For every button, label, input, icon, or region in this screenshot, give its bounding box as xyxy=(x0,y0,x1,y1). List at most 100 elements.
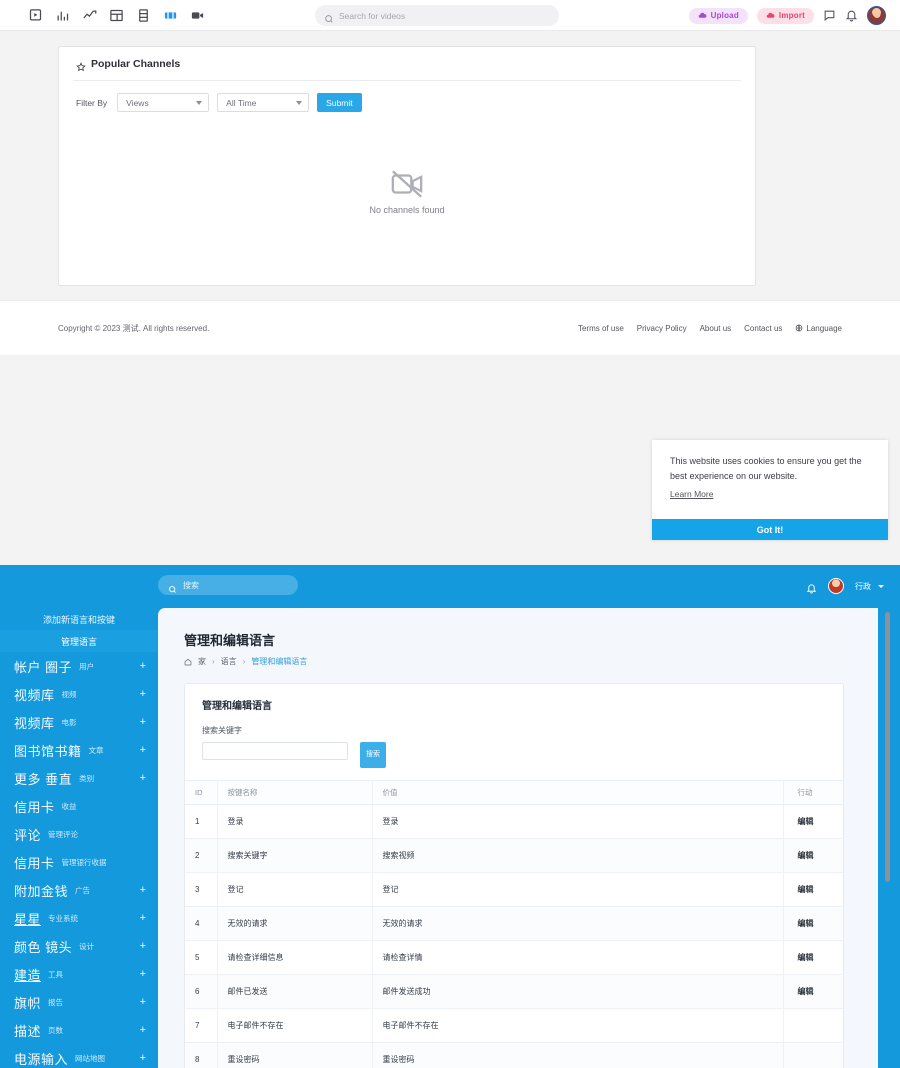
layout-grid-icon[interactable] xyxy=(109,8,124,23)
sidebar-item-3[interactable]: 图书馆书籍文章+ xyxy=(0,736,158,764)
home-icon xyxy=(184,658,192,666)
cloud-upload-icon xyxy=(698,11,707,20)
cell-action[interactable]: 编辑 xyxy=(783,873,843,907)
table-row: 6邮件已发送邮件发送成功编辑 xyxy=(185,975,843,1009)
sidebar-item-9[interactable]: 星星专业系统+ xyxy=(0,904,158,932)
admin-search-input[interactable] xyxy=(183,581,288,590)
cell-action[interactable] xyxy=(783,1043,843,1068)
plus-icon[interactable]: + xyxy=(140,885,146,896)
sidebar-item-label: 附加金钱 xyxy=(14,881,68,900)
cell-id: 1 xyxy=(185,805,217,839)
sidebar-item-4[interactable]: 更多 垂直类别+ xyxy=(0,764,158,792)
sidebar-menu: 帐户 圈子用户+视频库视频+视频库电影+图书馆书籍文章+更多 垂直类别+信用卡收… xyxy=(0,652,158,1068)
sidebar-item-manage-language[interactable]: 管理语言 xyxy=(0,630,158,652)
cookie-text: This website uses cookies to ensure you … xyxy=(652,440,888,484)
cell-value: 请检查详情 xyxy=(372,941,783,975)
sidebar-item-14[interactable]: 电源输入网站地图+ xyxy=(0,1044,158,1068)
filter-time-select[interactable]: All Time xyxy=(217,93,309,112)
plus-icon[interactable]: + xyxy=(140,773,146,784)
sidebar-item-5[interactable]: 信用卡收益 xyxy=(0,792,158,820)
vertical-scrollbar[interactable] xyxy=(885,612,890,882)
admin-avatar[interactable] xyxy=(828,578,844,594)
video-library-icon[interactable] xyxy=(28,8,43,23)
sidebar-item-sublabel: 报告 xyxy=(48,997,63,1008)
plus-icon[interactable]: + xyxy=(140,997,146,1008)
cell-value: 搜索视频 xyxy=(372,839,783,873)
sidebar-item-label: 帐户 圈子 xyxy=(14,657,72,676)
plus-icon[interactable]: + xyxy=(140,689,146,700)
cell-action[interactable]: 编辑 xyxy=(783,839,843,873)
sidebar-item-1[interactable]: 视频库视频+ xyxy=(0,680,158,708)
plus-icon[interactable]: + xyxy=(140,1053,146,1064)
site-footer: Copyright © 2023 测试. All rights reserved… xyxy=(0,300,900,355)
cell-value: 重设密码 xyxy=(372,1043,783,1068)
sidebar-item-0[interactable]: 帐户 圈子用户+ xyxy=(0,652,158,680)
cell-action[interactable]: 编辑 xyxy=(783,805,843,839)
sidebar-item-sublabel: 工具 xyxy=(48,969,63,980)
video-camera-icon[interactable] xyxy=(190,8,205,23)
cell-action[interactable]: 编辑 xyxy=(783,907,843,941)
avatar[interactable] xyxy=(867,6,886,25)
sidebar-item-sublabel: 类别 xyxy=(79,773,94,784)
cell-action[interactable]: 编辑 xyxy=(783,975,843,1009)
plus-icon[interactable]: + xyxy=(140,941,146,952)
channels-icon[interactable] xyxy=(163,8,178,23)
cell-action[interactable] xyxy=(783,1009,843,1043)
sidebar-item-add-language[interactable]: 添加新语言和按键 xyxy=(0,608,158,630)
cell-id: 2 xyxy=(185,839,217,873)
search-icon xyxy=(168,581,177,590)
filter-metric-select[interactable]: Views xyxy=(117,93,209,112)
video-search-box[interactable] xyxy=(315,5,559,26)
cell-action[interactable]: 编辑 xyxy=(783,941,843,975)
upload-label: Upload xyxy=(711,11,739,20)
filter-bar: Filter By Views All Time Submit xyxy=(59,81,755,112)
cell-id: 8 xyxy=(185,1043,217,1068)
search-input[interactable] xyxy=(339,11,550,21)
cookie-accept-button[interactable]: Got It! xyxy=(652,519,888,540)
keyword-search-input[interactable] xyxy=(202,742,348,760)
sidebar-item-sublabel: 页数 xyxy=(48,1025,63,1036)
bell-icon[interactable] xyxy=(845,9,858,22)
footer-link-about[interactable]: About us xyxy=(700,324,732,333)
submit-button[interactable]: Submit xyxy=(317,93,361,112)
plus-icon[interactable]: + xyxy=(140,745,146,756)
plus-icon[interactable]: + xyxy=(140,1025,146,1036)
bell-icon[interactable] xyxy=(806,581,817,592)
globe-icon xyxy=(795,324,803,332)
sidebar-item-13[interactable]: 描述页数+ xyxy=(0,1016,158,1044)
plus-icon[interactable]: + xyxy=(140,717,146,728)
copyright-text: Copyright © 2023 测试. All rights reserved… xyxy=(58,323,209,334)
sidebar-item-10[interactable]: 颜色 镜头设计 + xyxy=(0,932,158,960)
keyword-search-button[interactable]: 搜索 xyxy=(360,742,386,768)
sidebar-item-11[interactable]: 建造工具+ xyxy=(0,960,158,988)
sidebar-item-12[interactable]: 旗帜报告+ xyxy=(0,988,158,1016)
cookie-learn-more-link[interactable]: Learn More xyxy=(670,489,713,499)
cookie-banner: This website uses cookies to ensure you … xyxy=(652,440,888,540)
sidebar-item-7[interactable]: 信用卡管理银行收据 xyxy=(0,848,158,876)
admin-search-box[interactable] xyxy=(158,575,298,595)
sidebar-item-8[interactable]: 附加金钱广告+ xyxy=(0,876,158,904)
plus-icon[interactable]: + xyxy=(140,969,146,980)
server-list-icon[interactable] xyxy=(136,8,151,23)
sidebar-item-sublabel: 管理评论 xyxy=(48,829,78,840)
upload-button[interactable]: Upload xyxy=(689,8,748,24)
plus-icon[interactable]: + xyxy=(140,913,146,924)
admin-user-label[interactable]: 行政 xyxy=(855,581,871,592)
footer-link-privacy[interactable]: Privacy Policy xyxy=(637,324,687,333)
bar-chart-icon[interactable] xyxy=(55,8,70,23)
footer-link-terms[interactable]: Terms of use xyxy=(578,324,624,333)
sidebar-item-2[interactable]: 视频库电影+ xyxy=(0,708,158,736)
chat-icon[interactable] xyxy=(823,9,836,22)
filter-metric-value: Views xyxy=(126,98,149,108)
trending-up-icon[interactable] xyxy=(82,8,97,23)
sidebar-item-6[interactable]: 评论管理评论 xyxy=(0,820,158,848)
sidebar-item-label: 颜色 镜头 xyxy=(14,937,72,956)
sidebar-item-label: 信用卡 xyxy=(14,797,55,816)
footer-link-contact[interactable]: Contact us xyxy=(744,324,782,333)
breadcrumb-language[interactable]: 语言 xyxy=(221,656,237,667)
import-button[interactable]: Import xyxy=(757,8,814,24)
sidebar-item-sublabel: 设计 xyxy=(79,941,94,952)
language-switcher[interactable]: Language xyxy=(795,324,842,333)
breadcrumb-home[interactable]: 家 xyxy=(198,656,206,667)
plus-icon[interactable]: + xyxy=(140,661,146,672)
